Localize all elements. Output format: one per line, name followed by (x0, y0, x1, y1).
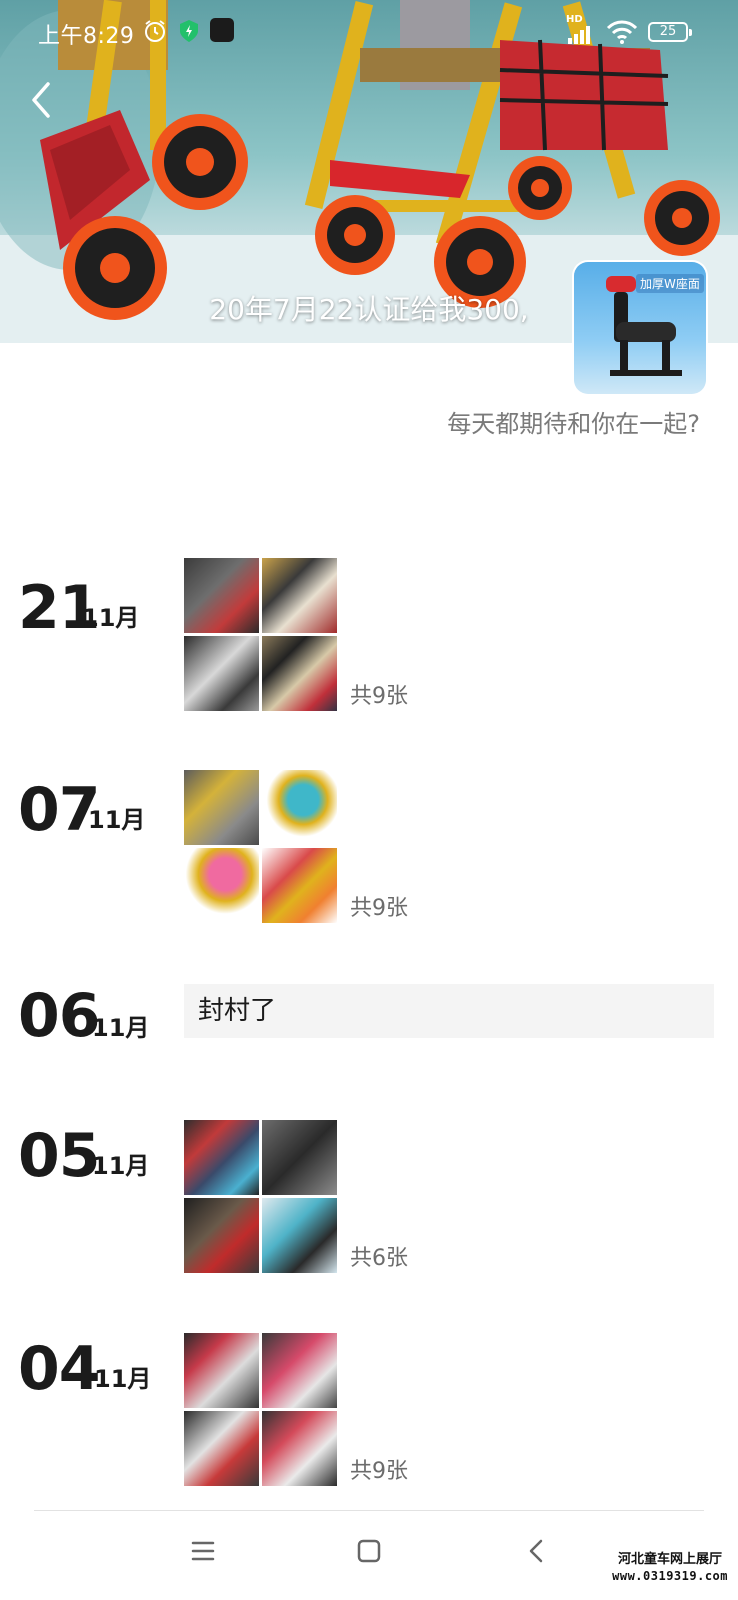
app-notification-icon (210, 18, 234, 42)
post-thumbnail[interactable] (184, 636, 259, 711)
post-photo-grid[interactable] (184, 1333, 337, 1486)
post-thumbnail[interactable] (262, 1198, 337, 1273)
watermark-title: 河北童车网上展厅 (618, 1552, 723, 1567)
menu-icon[interactable] (188, 1536, 218, 1566)
post-thumbnail[interactable] (262, 1411, 337, 1486)
post-month: 11月 (92, 1152, 150, 1180)
post-day: 06 (18, 981, 100, 1051)
watermark: 河北童车网上展厅 www.0319319.com (612, 1552, 728, 1584)
post-thumbnail[interactable] (184, 1198, 259, 1273)
photo-count: 共6张 (350, 1246, 408, 1271)
post-thumbnail[interactable] (184, 1120, 259, 1195)
shield-icon (180, 20, 198, 42)
avatar[interactable]: 加厚W座面 (574, 262, 706, 394)
status-bar: 上午8:29 HD 25 (0, 0, 738, 64)
status-time: 上午8:29 (38, 24, 135, 49)
watermark-url: www.0319319.com (612, 1569, 728, 1583)
text-post[interactable]: 封村了 (184, 984, 714, 1038)
avatar-label: 加厚W座面 (636, 274, 704, 293)
network-type: HD (566, 14, 583, 25)
wifi-icon (606, 20, 638, 44)
photo-count: 共9张 (350, 896, 408, 921)
post-month: 11月 (88, 806, 146, 834)
post-photo-grid[interactable] (184, 770, 337, 923)
divider (34, 1510, 704, 1511)
home-icon[interactable] (354, 1536, 384, 1566)
alarm-icon (145, 20, 165, 42)
post-thumbnail[interactable] (184, 1411, 259, 1486)
post-entry: 06 11月 封村了 (0, 981, 738, 1051)
post-thumbnail[interactable] (184, 558, 259, 633)
back-icon[interactable] (522, 1536, 552, 1566)
post-month: 11月 (82, 604, 140, 632)
post-thumbnail[interactable] (262, 1333, 337, 1408)
back-arrow-icon[interactable] (24, 78, 60, 122)
photo-count: 共9张 (350, 684, 408, 709)
battery-indicator: 25 (648, 22, 692, 42)
post-entry: 05 11月 共6张 (0, 1120, 738, 1280)
photo-count: 共9张 (350, 1459, 408, 1484)
post-thumbnail[interactable] (184, 770, 259, 845)
post-month: 11月 (92, 1014, 150, 1042)
post-thumbnail[interactable] (262, 848, 337, 923)
post-month: 11月 (94, 1365, 152, 1393)
post-day: 05 (18, 1121, 100, 1191)
post-thumbnail[interactable] (262, 636, 337, 711)
post-entry: 04 11月 共9张 (0, 1333, 738, 1493)
post-entry: 07 11月 共9张 (0, 770, 738, 930)
post-thumbnail[interactable] (262, 1120, 337, 1195)
signal-icon (568, 26, 590, 44)
post-entry: 21 11月 共9张 (0, 558, 738, 718)
profile-motto: 每天都期待和你在一起? (447, 410, 700, 438)
post-thumbnail[interactable] (262, 558, 337, 633)
post-thumbnail[interactable] (262, 770, 337, 845)
post-photo-grid[interactable] (184, 558, 337, 711)
post-thumbnail[interactable] (184, 848, 259, 923)
post-photo-grid[interactable] (184, 1120, 337, 1273)
post-thumbnail[interactable] (184, 1333, 259, 1408)
post-day: 04 (18, 1334, 100, 1404)
